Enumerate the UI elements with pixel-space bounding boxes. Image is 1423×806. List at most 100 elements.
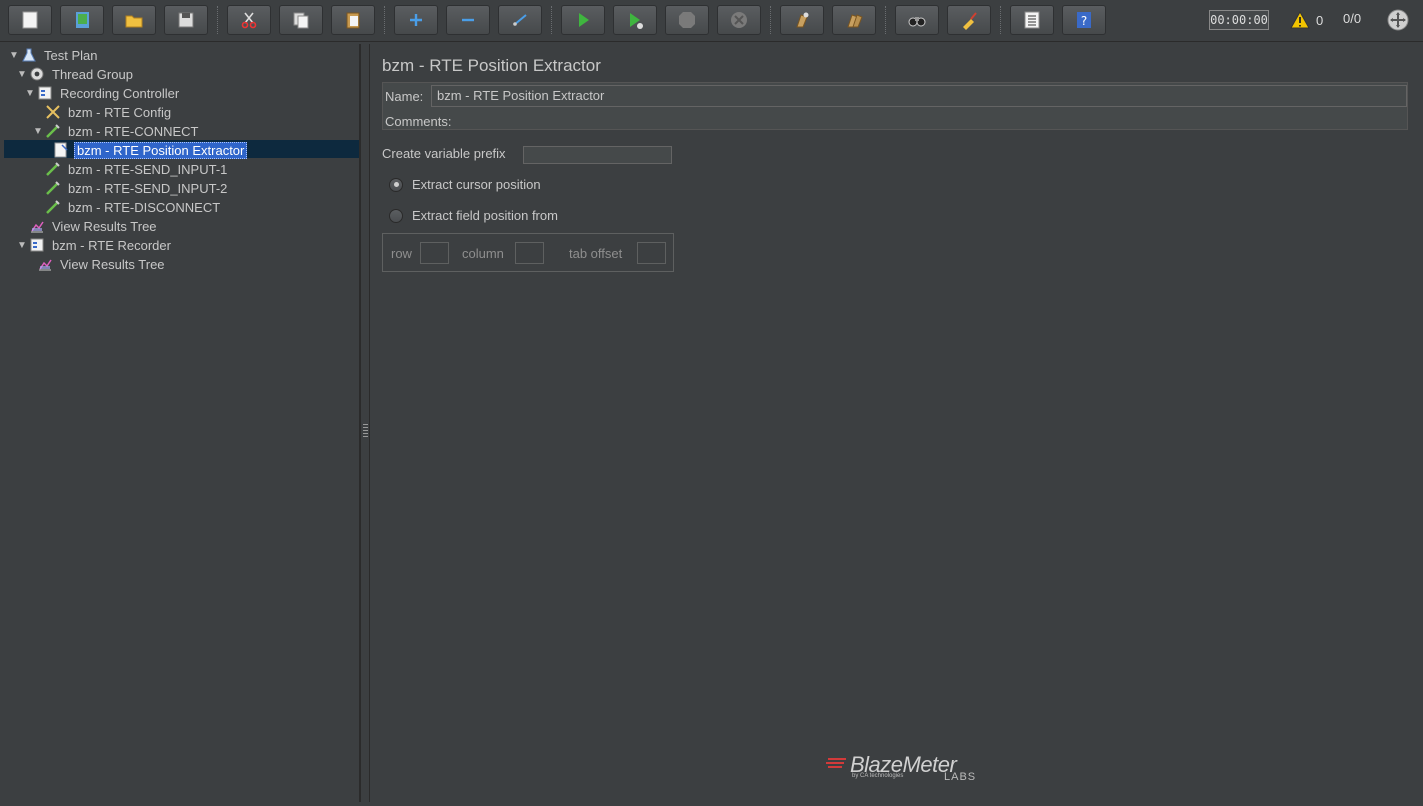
tree-item-recording-controller[interactable]: ▼ Recording Controller bbox=[24, 84, 181, 102]
expand-toggle-icon[interactable]: ▼ bbox=[16, 68, 28, 80]
tree-item-label: Thread Group bbox=[52, 66, 133, 82]
svg-text:?: ? bbox=[1081, 14, 1087, 28]
start-no-pause-icon[interactable] bbox=[613, 5, 657, 35]
warning-icon bbox=[1290, 11, 1310, 29]
results-tree-icon bbox=[28, 217, 46, 235]
name-label: Name: bbox=[385, 89, 424, 104]
stop-icon[interactable] bbox=[665, 5, 709, 35]
tree-item-rte-connect[interactable]: ▼ bzm - RTE-CONNECT bbox=[32, 122, 200, 140]
new-icon[interactable] bbox=[8, 5, 52, 35]
copy-icon[interactable] bbox=[279, 5, 323, 35]
tree-item-test-plan[interactable]: ▼ Test Plan bbox=[8, 46, 99, 64]
row-label: row bbox=[391, 246, 412, 261]
variable-prefix-field[interactable] bbox=[523, 146, 672, 164]
tree-item-view-results-tree[interactable]: View Results Tree bbox=[28, 217, 159, 235]
blazemeter-labs-logo: BlazeMeter by CA technologies LABS bbox=[826, 752, 981, 786]
variable-prefix-label: Create variable prefix bbox=[382, 146, 506, 161]
tree-item-rte-position-extractor[interactable]: bzm - RTE Position Extractor bbox=[52, 141, 248, 159]
recorder-icon bbox=[28, 236, 46, 254]
function-helper-icon[interactable] bbox=[1010, 5, 1054, 35]
cut-icon[interactable] bbox=[227, 5, 271, 35]
start-icon[interactable] bbox=[561, 5, 605, 35]
toolbar-separator bbox=[384, 6, 385, 34]
expand-icon[interactable] bbox=[394, 5, 438, 35]
extractor-icon bbox=[52, 141, 70, 159]
toolbar-separator bbox=[551, 6, 552, 34]
comments-label: Comments: bbox=[385, 114, 452, 129]
reset-search-icon[interactable] bbox=[947, 5, 991, 35]
toolbar-separator bbox=[885, 6, 886, 34]
main-toolbar: ? 00:00:00 0 0/0 bbox=[0, 0, 1423, 42]
tree-item-label: bzm - RTE Recorder bbox=[52, 237, 171, 253]
tree-item-label: View Results Tree bbox=[52, 218, 157, 234]
collapse-icon[interactable] bbox=[446, 5, 490, 35]
tab-offset-label: tab offset bbox=[569, 246, 623, 261]
open-icon[interactable] bbox=[112, 5, 156, 35]
search-icon[interactable] bbox=[895, 5, 939, 35]
tree-item-rte-send-input-1[interactable]: bzm - RTE-SEND_INPUT-1 bbox=[44, 160, 229, 178]
element-config-panel: bzm - RTE Position Extractor Name: bzm -… bbox=[371, 44, 1421, 802]
test-plan-icon bbox=[20, 46, 38, 64]
controller-icon bbox=[36, 84, 54, 102]
warning-count: 0 bbox=[1316, 12, 1324, 28]
page-title: bzm - RTE Position Extractor bbox=[382, 56, 601, 75]
toggle-icon[interactable] bbox=[498, 5, 542, 35]
extract-field-position-label: Extract field position from bbox=[412, 208, 558, 223]
tree-item-thread-group[interactable]: ▼ Thread Group bbox=[16, 65, 135, 83]
tree-item-label: bzm - RTE-SEND_INPUT-2 bbox=[68, 180, 228, 196]
warning-indicator[interactable]: 0 bbox=[1290, 10, 1330, 30]
tree-item-rte-send-input-2[interactable]: bzm - RTE-SEND_INPUT-2 bbox=[44, 179, 229, 197]
sampler-icon bbox=[44, 160, 62, 178]
sampler-icon bbox=[44, 122, 62, 140]
expand-toggle-icon[interactable]: ▼ bbox=[32, 125, 44, 137]
expand-toggle-icon[interactable]: ▼ bbox=[16, 239, 28, 251]
tree-item-label: bzm - RTE-SEND_INPUT-1 bbox=[68, 161, 228, 177]
clear-icon[interactable] bbox=[780, 5, 824, 35]
extract-cursor-position-option[interactable]: Extract cursor position bbox=[389, 177, 541, 192]
logo-labs: LABS bbox=[944, 771, 977, 783]
tree-item-label: Test Plan bbox=[44, 47, 98, 63]
help-icon[interactable]: ? bbox=[1062, 5, 1106, 35]
tree-item-label: View Results Tree bbox=[60, 256, 165, 272]
name-field[interactable]: bzm - RTE Position Extractor bbox=[431, 85, 1407, 107]
extract-cursor-position-label: Extract cursor position bbox=[412, 177, 541, 192]
paste-icon[interactable] bbox=[331, 5, 375, 35]
toolbar-separator bbox=[1000, 6, 1001, 34]
thread-count: 0/0 bbox=[1343, 11, 1362, 26]
radio-button[interactable] bbox=[389, 208, 403, 223]
tab-offset-field[interactable] bbox=[637, 242, 666, 264]
gear-icon bbox=[28, 65, 46, 83]
tree-item-rte-disconnect[interactable]: bzm - RTE-DISCONNECT bbox=[44, 198, 222, 216]
clear-all-icon[interactable] bbox=[832, 5, 876, 35]
elapsed-timer: 00:00:00 bbox=[1209, 10, 1269, 30]
remote-engines-icon[interactable] bbox=[1386, 8, 1410, 32]
tree-item-label: bzm - RTE Config bbox=[68, 104, 172, 120]
toolbar-separator bbox=[217, 6, 218, 34]
tree-item-rte-config[interactable]: bzm - RTE Config bbox=[44, 103, 173, 121]
tree-item-view-results-tree[interactable]: View Results Tree bbox=[36, 255, 167, 273]
shutdown-icon[interactable] bbox=[717, 5, 761, 35]
toolbar-separator bbox=[770, 6, 771, 34]
panel-splitter[interactable] bbox=[360, 44, 370, 802]
results-tree-icon bbox=[36, 255, 54, 273]
templates-icon[interactable] bbox=[60, 5, 104, 35]
tree-item-label: bzm - RTE-CONNECT bbox=[68, 123, 199, 139]
tree-item-rte-recorder[interactable]: ▼ bzm - RTE Recorder bbox=[16, 236, 173, 254]
splitter-grip[interactable] bbox=[363, 424, 368, 438]
radio-selected-dot bbox=[393, 182, 399, 187]
expand-toggle-icon[interactable]: ▼ bbox=[8, 49, 20, 61]
tree-item-label: bzm - RTE Position Extractor bbox=[74, 141, 248, 159]
row-field[interactable] bbox=[420, 242, 449, 264]
test-plan-tree: ▼ Test Plan ▼ Thread Group ▼ Recording C… bbox=[4, 44, 360, 802]
logo-by: by CA technologies bbox=[852, 773, 904, 779]
blazemeter-stripes-icon bbox=[826, 758, 846, 768]
column-field[interactable] bbox=[515, 242, 544, 264]
tree-item-label: Recording Controller bbox=[60, 85, 180, 101]
column-label: column bbox=[462, 246, 504, 261]
radio-button[interactable] bbox=[389, 177, 403, 192]
tree-item-label: bzm - RTE-DISCONNECT bbox=[68, 199, 221, 215]
extract-field-position-option[interactable]: Extract field position from bbox=[389, 208, 558, 223]
config-icon bbox=[44, 103, 62, 121]
expand-toggle-icon[interactable]: ▼ bbox=[24, 87, 36, 99]
save-icon[interactable] bbox=[164, 5, 208, 35]
